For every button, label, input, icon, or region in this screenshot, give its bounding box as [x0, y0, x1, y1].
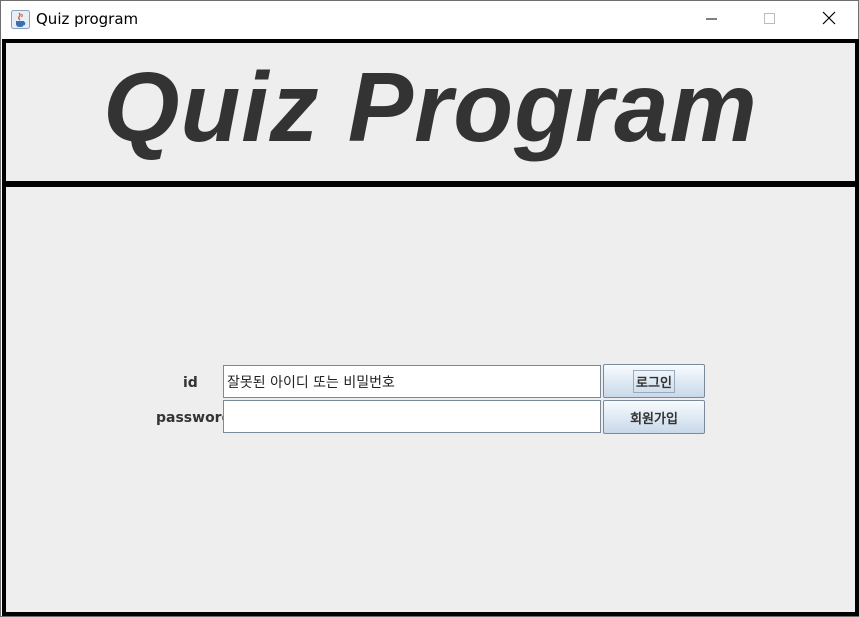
java-cup-icon	[11, 10, 30, 29]
password-field[interactable]	[223, 400, 601, 433]
page-title: Quiz Program	[103, 52, 758, 162]
login-panel: id 잘못된 아이디 또는 비밀번호 로그인 password 회원가입	[2, 183, 859, 616]
header-panel: Quiz Program	[2, 39, 859, 185]
signup-button[interactable]: 회원가입	[603, 400, 705, 434]
login-button[interactable]: 로그인	[603, 364, 705, 398]
id-label: id	[183, 375, 198, 391]
password-label: password	[156, 410, 232, 426]
close-icon	[822, 10, 836, 29]
maximize-button[interactable]	[741, 1, 799, 38]
window-title: Quiz program	[36, 10, 139, 28]
login-button-label: 로그인	[633, 369, 675, 393]
app-window: Quiz program Quiz Program id 잘못된 아이디 또는 …	[0, 0, 859, 617]
minimize-icon	[706, 10, 718, 29]
id-field[interactable]: 잘못된 아이디 또는 비밀번호	[223, 365, 601, 398]
signup-button-label: 회원가입	[630, 411, 678, 427]
minimize-button[interactable]	[683, 1, 741, 38]
maximize-icon	[764, 10, 776, 29]
close-button[interactable]	[800, 1, 858, 38]
title-bar[interactable]: Quiz program	[1, 1, 858, 38]
